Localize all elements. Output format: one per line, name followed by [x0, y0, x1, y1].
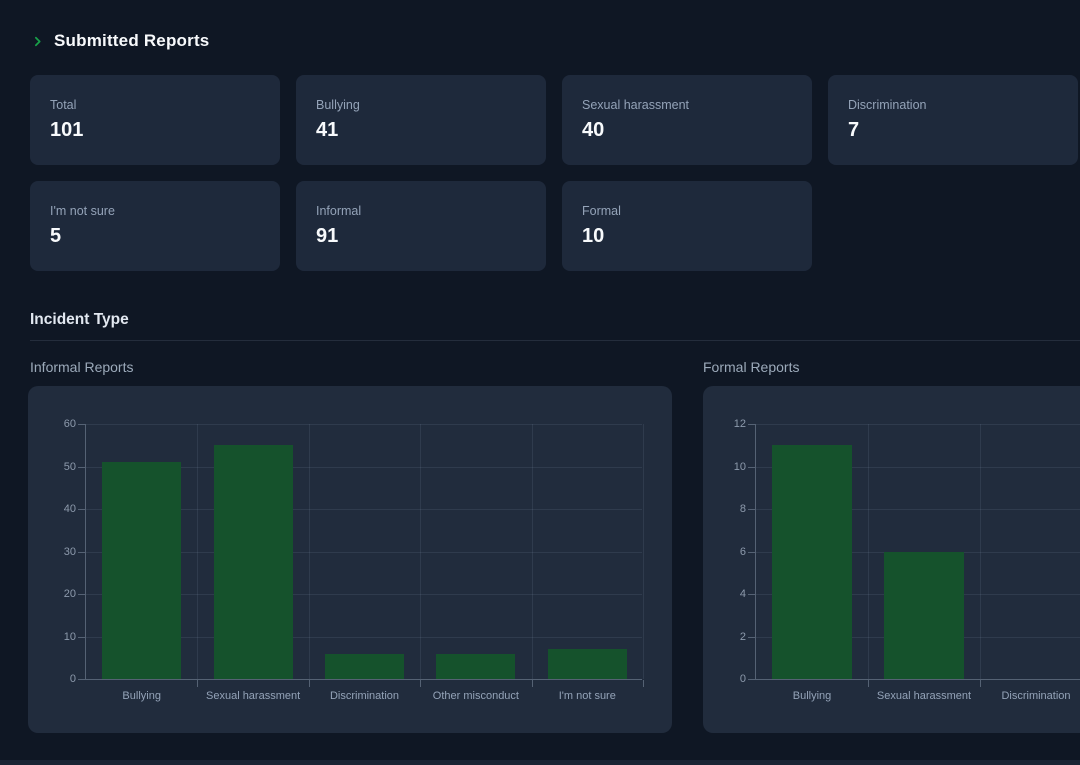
- stat-label: Sexual harassment: [582, 98, 792, 113]
- stat-label: I'm not sure: [50, 204, 260, 219]
- bar-sexual-harassment: [214, 445, 293, 679]
- bar-sexual-harassment: [884, 552, 964, 680]
- x-axis-category-label: Discrimination: [980, 690, 1080, 702]
- y-axis-tick-mark: [78, 509, 85, 510]
- x-axis-tick-mark: [643, 680, 644, 687]
- stat-label: Bullying: [316, 98, 526, 113]
- stat-card-formal: Formal 10: [562, 181, 812, 271]
- y-axis-tick-label: 4: [706, 587, 746, 601]
- y-axis-tick-mark: [748, 424, 755, 425]
- formal-reports-bar-chart: 024681012BullyingSexual harassmentDiscri…: [755, 424, 1080, 680]
- y-axis-tick-label: 10: [706, 460, 746, 474]
- y-axis-tick-mark: [78, 552, 85, 553]
- stat-card-bullying: Bullying 41: [296, 75, 546, 165]
- next-section-edge: [0, 760, 1080, 765]
- gridline-y-12: [756, 424, 1080, 425]
- stat-card-total: Total 101: [30, 75, 280, 165]
- formal-reports-chart-title: Formal Reports: [703, 359, 799, 375]
- stats-grid: Total 101 Bullying 41 Sexual harassment …: [30, 75, 1078, 271]
- gridline-y-60: [86, 424, 642, 425]
- stat-value: 40: [582, 118, 792, 142]
- stat-card-sexual-harassment: Sexual harassment 40: [562, 75, 812, 165]
- x-axis-category-label: Bullying: [86, 690, 197, 702]
- stat-card-informal: Informal 91: [296, 181, 546, 271]
- y-axis-tick-label: 12: [706, 417, 746, 431]
- y-axis-tick-mark: [748, 679, 755, 680]
- stat-label: Total: [50, 98, 260, 113]
- bar-bullying: [772, 445, 852, 679]
- submitted-reports-header: Submitted Reports: [30, 31, 209, 51]
- y-axis-tick-mark: [748, 552, 755, 553]
- y-axis-tick-label: 0: [706, 672, 746, 686]
- page-title: Submitted Reports: [54, 31, 209, 51]
- y-axis-tick-mark: [748, 467, 755, 468]
- stat-label: Discrimination: [848, 98, 1058, 113]
- chevron-right-icon[interactable]: [30, 34, 44, 48]
- y-axis-tick-label: 40: [36, 502, 76, 516]
- gridline-x-boundary: [420, 424, 421, 679]
- informal-reports-chart-panel: 0 10 20 30 40 50 60 BullyingSexual harassmentDi…: [28, 386, 672, 733]
- y-axis-tick-mark: [78, 679, 85, 680]
- formal-reports-chart-panel: 0 2 4 6 8 10 12 BullyingSexual harassmentDiscri…: [703, 386, 1080, 733]
- bar-i-m-not-sure: [548, 649, 627, 679]
- x-axis-tick-mark: [868, 680, 869, 687]
- gridline-x-boundary: [868, 424, 869, 679]
- stat-value: 41: [316, 118, 526, 142]
- y-axis-tick-label: 2: [706, 630, 746, 644]
- y-axis-tick-mark: [78, 594, 85, 595]
- stat-card-im-not-sure: I'm not sure 5: [30, 181, 280, 271]
- gridline-x-boundary: [197, 424, 198, 679]
- y-axis-tick-label: 6: [706, 545, 746, 559]
- stat-value: 5: [50, 224, 260, 248]
- x-axis-category-label: Sexual harassment: [868, 690, 980, 702]
- y-axis-tick-mark: [748, 594, 755, 595]
- y-axis-tick-label: 10: [36, 630, 76, 644]
- x-axis-tick-mark: [980, 680, 981, 687]
- y-axis-tick-label: 20: [36, 587, 76, 601]
- informal-reports-chart-title: Informal Reports: [30, 359, 133, 375]
- stat-card-discrimination: Discrimination 7: [828, 75, 1078, 165]
- gridline-x-boundary: [309, 424, 310, 679]
- stat-value: 10: [582, 224, 792, 248]
- y-axis-tick-label: 0: [36, 672, 76, 686]
- y-axis-tick-mark: [748, 637, 755, 638]
- x-axis-category-label: I'm not sure: [532, 690, 643, 702]
- y-axis-tick-label: 8: [706, 502, 746, 516]
- x-axis-tick-mark: [309, 680, 310, 687]
- y-axis-tick-mark: [748, 509, 755, 510]
- stat-value: 91: [316, 224, 526, 248]
- y-axis-tick-label: 30: [36, 545, 76, 559]
- y-axis-tick-label: 50: [36, 460, 76, 474]
- y-axis-tick-mark: [78, 467, 85, 468]
- x-axis-tick-mark: [532, 680, 533, 687]
- stat-value: 7: [848, 118, 1058, 142]
- y-axis-tick-mark: [78, 637, 85, 638]
- gridline-x-boundary: [980, 424, 981, 679]
- x-axis-category-label: Discrimination: [309, 690, 420, 702]
- stat-label: Formal: [582, 204, 792, 219]
- x-axis-category-label: Bullying: [756, 690, 868, 702]
- stat-label: Informal: [316, 204, 526, 219]
- x-axis-category-label: Other misconduct: [420, 690, 531, 702]
- x-axis-category-label: Sexual harassment: [197, 690, 308, 702]
- incident-type-heading: Incident Type: [30, 311, 129, 329]
- y-axis-tick-mark: [78, 424, 85, 425]
- bar-bullying: [102, 462, 181, 679]
- informal-reports-bar-chart: 0102030405060BullyingSexual harassmentDi…: [85, 424, 642, 680]
- dashboard-page: Submitted Reports Total 101 Bullying 41 …: [0, 0, 1080, 765]
- gridline-x-boundary: [643, 424, 644, 679]
- x-axis-tick-mark: [420, 680, 421, 687]
- section-divider: [30, 340, 1080, 341]
- bar-discrimination: [325, 654, 404, 680]
- x-axis-tick-mark: [197, 680, 198, 687]
- bar-other-misconduct: [436, 654, 515, 680]
- stat-value: 101: [50, 118, 260, 142]
- y-axis-tick-label: 60: [36, 417, 76, 431]
- gridline-x-boundary: [532, 424, 533, 679]
